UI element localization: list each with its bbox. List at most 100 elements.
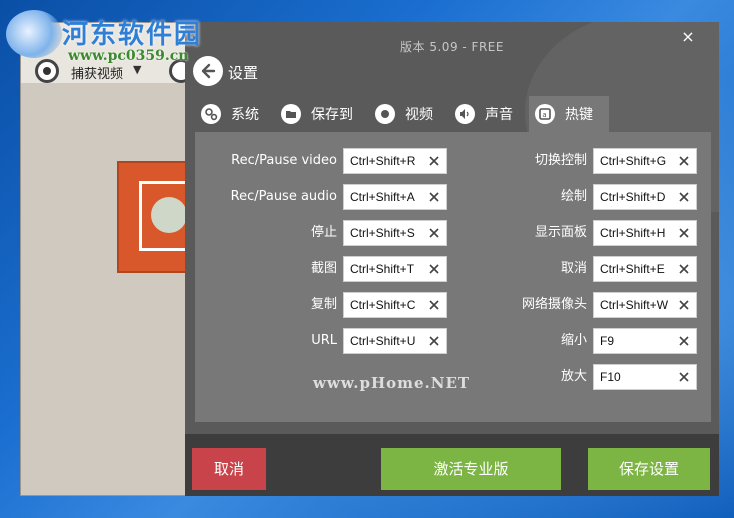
hotkey-label: Rec/Pause audio [230,189,337,204]
window-title: 版本 5.09 - FREE [400,40,504,54]
hotkey-input[interactable]: Ctrl+Shift+S [343,220,447,246]
hotkey-label: URL [311,333,337,348]
hotkey-value: F10 [600,370,621,384]
back-button[interactable] [193,56,223,86]
hotkey-value: Ctrl+Shift+W [600,298,669,312]
tab-hotkeys[interactable]: a 热键 [529,96,609,132]
hotkey-input[interactable]: Ctrl+Shift+D [593,184,697,210]
capture-video-label[interactable]: 捕获视频 [71,63,123,82]
hotkey-value: Ctrl+Shift+E [600,262,665,276]
watermark-logo [6,10,62,58]
hotkey-input[interactable]: Ctrl+Shift+U [343,328,447,354]
hotkey-input[interactable]: Ctrl+Shift+A [343,184,447,210]
logo-lens [151,197,187,233]
hotkey-label: 绘制 [560,189,587,204]
clear-icon[interactable] [678,191,690,203]
hotkey-value: Ctrl+Shift+S [350,226,415,240]
watermark-site-name: 河东软件园 [62,20,203,50]
clear-icon[interactable] [678,227,690,239]
clear-icon[interactable] [678,371,690,383]
clear-icon[interactable] [678,299,690,311]
hotkey-label: 复制 [310,297,337,312]
save-settings-button[interactable]: 保存设置 [588,448,710,490]
hotkey-label: 显示面板 [534,225,587,240]
hotkey-input[interactable]: F10 [593,364,697,390]
activate-pro-button[interactable]: 激活专业版 [381,448,561,490]
hotkey-input[interactable]: F9 [593,328,697,354]
hotkey-row: 切换控制 Ctrl+Shift+G [455,148,711,174]
background-recorder-window: 捕获视频 ▼ [20,22,193,496]
tab-save-to-label: 保存到 [311,107,353,123]
clear-icon[interactable] [678,155,690,167]
speaker-icon [455,104,475,124]
hotkey-row: URL Ctrl+Shift+U [195,328,455,354]
chevron-down-icon[interactable]: ▼ [133,63,141,76]
clear-icon[interactable] [678,335,690,347]
footer-bar: 取消 激活专业版 保存设置 [185,434,719,496]
tab-audio[interactable]: 声音 [449,96,529,132]
tab-save-to[interactable]: 保存到 [275,96,369,132]
hotkey-value: Ctrl+Shift+D [600,190,666,204]
hotkeys-panel: Rec/Pause video Ctrl+Shift+R Rec/Pause a… [195,132,711,422]
settings-heading: 设置 [228,64,259,82]
hotkey-row: 复制 Ctrl+Shift+C [195,292,455,318]
hotkey-row: 截图 Ctrl+Shift+T [195,256,455,282]
hotkey-label: 切换控制 [534,153,587,168]
app-logo [117,161,193,273]
clear-icon[interactable] [428,191,440,203]
hotkey-value: Ctrl+Shift+R [350,154,416,168]
clear-icon[interactable] [428,299,440,311]
hotkey-label: 放大 [560,369,587,384]
hotkey-input[interactable]: Ctrl+Shift+C [343,292,447,318]
clear-icon[interactable] [678,263,690,275]
hotkey-row: 停止 Ctrl+Shift+S [195,220,455,246]
clear-icon[interactable] [428,335,440,347]
watermark-url: www.pc0359.cn [68,48,189,64]
keyboard-icon: a [535,104,555,124]
hotkey-row: 绘制 Ctrl+Shift+D [455,184,711,210]
hotkey-label: 取消 [560,261,587,276]
tab-audio-label: 声音 [485,107,513,123]
hotkey-row: 网络摄像头 Ctrl+Shift+W [455,292,711,318]
hotkey-row: Rec/Pause audio Ctrl+Shift+A [195,184,455,210]
hotkey-row: 缩小 F9 [455,328,711,354]
hotkey-value: F9 [600,334,615,348]
hotkey-input[interactable]: Ctrl+Shift+E [593,256,697,282]
hotkey-row: 放大 F10 [455,364,711,390]
record-icon [375,104,395,124]
svg-text:a: a [542,111,546,119]
hotkey-value: Ctrl+Shift+G [600,154,667,168]
hotkey-input[interactable]: Ctrl+Shift+H [593,220,697,246]
hotkey-label: Rec/Pause video [231,153,337,168]
clear-icon[interactable] [428,227,440,239]
hotkey-value: Ctrl+Shift+T [350,262,415,276]
settings-window: 版本 5.09 - FREE × 设置 系统 保存到 视频 声音 a 热键 Re… [185,22,719,496]
hotkey-label: 截图 [310,261,337,276]
hotkey-label: 网络摄像头 [521,297,587,312]
hotkey-label: 缩小 [560,333,587,348]
close-icon[interactable]: × [679,28,697,46]
tab-video-label: 视频 [405,107,433,123]
clear-icon[interactable] [428,155,440,167]
hotkey-input[interactable]: Ctrl+Shift+R [343,148,447,174]
gears-icon [201,104,221,124]
settings-tabs: 系统 保存到 视频 声音 a 热键 [195,96,609,132]
hotkey-row: 取消 Ctrl+Shift+E [455,256,711,282]
hotkey-value: Ctrl+Shift+H [600,226,666,240]
folder-icon [281,104,301,124]
hotkey-input[interactable]: Ctrl+Shift+T [343,256,447,282]
record-mode-icon[interactable] [35,59,59,83]
hotkey-row: Rec/Pause video Ctrl+Shift+R [195,148,455,174]
hotkey-label: 停止 [310,225,337,240]
hotkey-value: Ctrl+Shift+A [350,190,415,204]
hotkey-input[interactable]: Ctrl+Shift+G [593,148,697,174]
cancel-button[interactable]: 取消 [192,448,266,490]
hotkey-row: 显示面板 Ctrl+Shift+H [455,220,711,246]
clear-icon[interactable] [428,263,440,275]
hotkey-value: Ctrl+Shift+U [350,334,416,348]
hotkey-value: Ctrl+Shift+C [350,298,416,312]
hotkey-input[interactable]: Ctrl+Shift+W [593,292,697,318]
tab-system[interactable]: 系统 [195,96,275,132]
tab-video[interactable]: 视频 [369,96,449,132]
tab-hotkeys-label: 热键 [565,107,593,123]
